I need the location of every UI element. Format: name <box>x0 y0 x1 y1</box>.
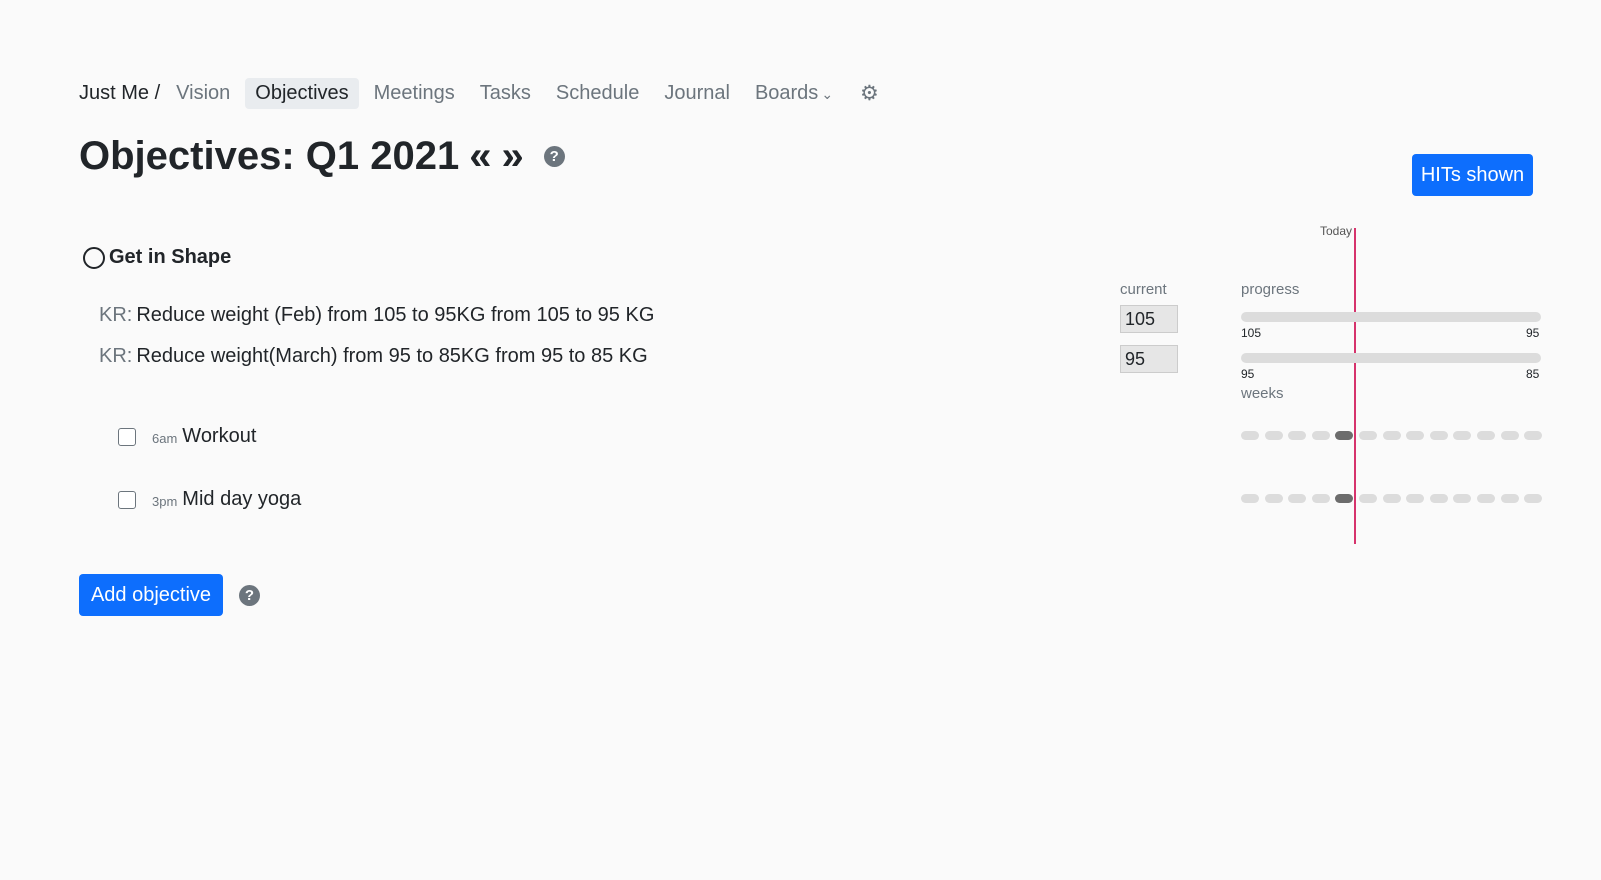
week-pill[interactable] <box>1288 494 1307 503</box>
page-header: Objectives: Q1 2021 « » ? <box>79 134 565 179</box>
kr-prefix: KR: <box>99 345 133 367</box>
nav-item-boards-label: Boards <box>754 82 819 104</box>
add-objective-button[interactable]: Add objective <box>79 574 223 616</box>
key-result-row[interactable]: KR: Reduce weight(March) from 95 to 85KG … <box>99 345 648 368</box>
week-pill[interactable] <box>1524 431 1543 440</box>
nav-item-journal[interactable]: Journal <box>654 78 740 109</box>
kr-text: Reduce weight(March) from 95 to 85KG fro… <box>136 345 648 367</box>
week-pill[interactable] <box>1264 431 1283 440</box>
week-pill-current[interactable] <box>1335 431 1354 440</box>
week-pill[interactable] <box>1241 494 1259 503</box>
week-pill[interactable] <box>1382 431 1401 440</box>
week-pill[interactable] <box>1429 494 1448 503</box>
kr-progress-bar <box>1241 353 1541 363</box>
week-pill[interactable] <box>1453 494 1472 503</box>
top-nav: Just Me / Vision Objectives Meetings Tas… <box>79 78 879 109</box>
add-objective-row: Add objective ? <box>79 574 260 616</box>
progress-column-label: progress <box>1241 281 1300 298</box>
week-pill[interactable] <box>1288 431 1307 440</box>
week-pill[interactable] <box>1429 431 1448 440</box>
habit-weeks-tracker <box>1241 494 1548 503</box>
week-pill[interactable] <box>1311 431 1330 440</box>
weeks-column-label: weeks <box>1241 385 1284 402</box>
kr-end-value: 85 <box>1526 367 1540 381</box>
kr-start-value: 105 <box>1241 326 1262 340</box>
habit-checkbox[interactable] <box>118 427 136 446</box>
week-pill[interactable] <box>1500 494 1519 503</box>
nav-item-boards[interactable]: Boards ⌄ <box>745 78 843 109</box>
nav-item-vision[interactable]: Vision <box>166 78 240 109</box>
kr-end-value: 95 <box>1526 326 1540 340</box>
kr-current-input[interactable] <box>1120 345 1178 373</box>
current-column-label: current <box>1120 281 1167 298</box>
prev-quarter-icon[interactable]: « <box>469 134 491 179</box>
objective-status-circle[interactable] <box>83 246 105 269</box>
week-pill[interactable] <box>1453 431 1472 440</box>
week-pill[interactable] <box>1264 494 1283 503</box>
habit-label[interactable]: Workout <box>182 425 256 448</box>
habit-checkbox[interactable] <box>118 490 136 509</box>
key-result-row[interactable]: KR: Reduce weight (Feb) from 105 to 95KG … <box>99 304 654 327</box>
week-pill[interactable] <box>1311 494 1330 503</box>
objective-heading: Get in Shape <box>83 246 231 269</box>
kr-progress-bar <box>1241 312 1541 322</box>
gear-icon[interactable]: ⚙ <box>860 81 879 106</box>
week-pill[interactable] <box>1406 431 1425 440</box>
habit-weeks-tracker <box>1241 431 1548 440</box>
nav-item-tasks[interactable]: Tasks <box>470 78 541 109</box>
nav-item-meetings[interactable]: Meetings <box>364 78 465 109</box>
today-label: Today <box>1320 224 1353 238</box>
week-pill[interactable] <box>1406 494 1425 503</box>
nav-item-objectives[interactable]: Objectives <box>245 78 359 109</box>
week-pill[interactable] <box>1358 494 1377 503</box>
habit-row: 3pm Mid day yoga <box>118 488 301 511</box>
help-icon[interactable]: ? <box>543 146 565 167</box>
week-pill[interactable] <box>1476 494 1495 503</box>
week-pill[interactable] <box>1524 494 1543 503</box>
nav-item-schedule[interactable]: Schedule <box>546 78 649 109</box>
habit-time: 3pm <box>152 494 178 509</box>
kr-start-value: 95 <box>1241 367 1255 381</box>
objective-title[interactable]: Get in Shape <box>109 246 231 269</box>
habit-time: 6am <box>152 431 178 446</box>
kr-text: Reduce weight (Feb) from 105 to 95KG fro… <box>136 304 655 326</box>
next-quarter-icon[interactable]: » <box>501 134 523 179</box>
habit-row: 6am Workout <box>118 425 256 448</box>
week-pill[interactable] <box>1241 431 1259 440</box>
week-pill[interactable] <box>1476 431 1495 440</box>
page-title: Objectives: Q1 2021 <box>79 134 460 178</box>
breadcrumb[interactable]: Just Me / <box>79 82 160 105</box>
week-pill[interactable] <box>1500 431 1519 440</box>
help-icon[interactable]: ? <box>239 584 260 606</box>
kr-current-input[interactable] <box>1120 305 1178 333</box>
hits-shown-button[interactable]: HITs shown <box>1412 154 1533 196</box>
kr-prefix: KR: <box>99 304 133 326</box>
week-pill[interactable] <box>1382 494 1401 503</box>
habit-label[interactable]: Mid day yoga <box>182 488 301 511</box>
week-pill[interactable] <box>1358 431 1377 440</box>
week-pill-current[interactable] <box>1335 494 1354 503</box>
chevron-down-icon: ⌄ <box>821 86 834 102</box>
